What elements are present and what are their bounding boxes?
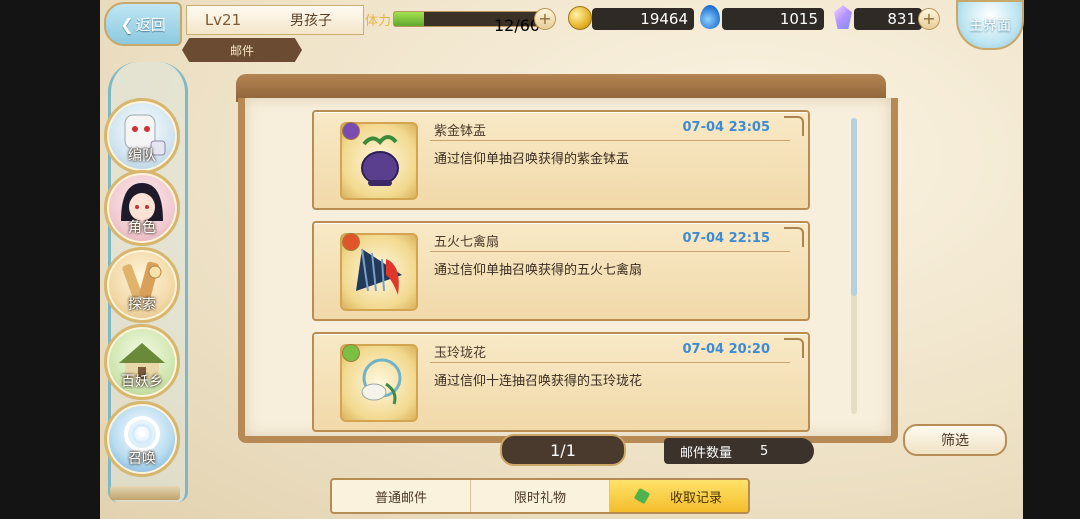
mail-item-time: 07-04 20:20 (682, 342, 770, 357)
mail-count: 邮件数量 5 (664, 438, 814, 464)
tab-normal-mail[interactable]: 普通邮件 (332, 480, 471, 512)
section-title: 邮件 (182, 38, 302, 62)
back-label: 返回 (135, 15, 166, 34)
tab-normal-mail-label: 普通邮件 (374, 490, 427, 506)
mail-item[interactable]: 五火七禽扇 07-04 22:15 通过信仰单抽召唤获得的五火七禽扇 (312, 221, 810, 321)
mail-item-desc: 通过信仰十连抽召唤获得的玉玲珑花 (434, 374, 643, 389)
gem-amount: 1015 (722, 8, 824, 30)
back-button[interactable]: ❮ 返回 (104, 2, 182, 46)
mail-item-divider (430, 362, 790, 363)
mail-count-value: 5 (760, 443, 769, 459)
mail-item[interactable]: 玉玲珑花 07-04 20:20 通过信仰十连抽召唤获得的玉玲珑花 (312, 332, 810, 432)
mail-item-rarity-badge (342, 233, 360, 251)
nav-character-label: 角色 (128, 220, 156, 236)
mail-item-divider (430, 140, 790, 141)
blue-gem-icon (700, 5, 720, 29)
mail-scrollbar-thumb[interactable] (851, 118, 857, 296)
stamina-fill (394, 12, 424, 26)
tab-limited-gifts-label: 限时礼物 (513, 490, 566, 506)
add-crystal-button[interactable]: + (918, 8, 940, 30)
mail-tabs: 普通邮件 限时礼物 收取记录 (330, 478, 750, 514)
tab-receive-history-label: 收取记录 (669, 490, 722, 506)
right-letterbox (1023, 0, 1080, 519)
nav-rail-base (110, 486, 180, 500)
nav-village[interactable]: 百妖乡 (104, 324, 180, 400)
mail-item-divider (430, 251, 790, 252)
mail-item-time: 07-04 22:15 (682, 231, 770, 246)
main-screen-button[interactable]: 主界面 (956, 0, 1024, 50)
mail-item-title: 紫金钵盂 (434, 124, 487, 139)
nav-character[interactable]: 角色 (104, 170, 180, 246)
mail-item-title: 玉玲珑花 (434, 346, 487, 361)
tab-receive-history[interactable]: 收取记录 (610, 480, 748, 512)
mail-item-desc: 通过信仰单抽召唤获得的紫金钵盂 (434, 152, 630, 167)
back-arrow-icon: ❮ (120, 14, 134, 34)
mail-item-corner-ornament (784, 116, 804, 136)
gold-coin-icon (568, 6, 592, 30)
mail-item-rarity-badge (342, 344, 360, 362)
player-level: Lv21 (204, 11, 242, 29)
player-name: 男孩子 (290, 13, 332, 29)
mail-item-corner-ornament (784, 227, 804, 247)
nav-explore-label: 探索 (128, 297, 156, 313)
nav-explore[interactable]: 探索 (104, 247, 180, 323)
nav-summon[interactable]: 召唤 (104, 401, 180, 477)
nav-team-label: 编队 (128, 148, 156, 164)
mail-item-desc: 通过信仰单抽召唤获得的五火七禽扇 (434, 263, 643, 278)
filter-button[interactable]: 筛选 (903, 424, 1007, 456)
mail-item[interactable]: 紫金钵盂 07-04 23:05 通过信仰单抽召唤获得的紫金钵盂 (312, 110, 810, 210)
mail-item-corner-ornament (784, 338, 804, 358)
gold-amount: 19464 (592, 8, 694, 30)
nav-village-label: 百妖乡 (121, 374, 163, 390)
stamina-label: 体力 (365, 13, 392, 29)
nav-team[interactable]: 编队 (104, 98, 180, 174)
tab-selected-icon (633, 487, 651, 505)
nav-summon-label: 召唤 (128, 451, 156, 467)
mail-count-label: 邮件数量 (680, 445, 733, 461)
mail-item-time: 07-04 23:05 (682, 120, 770, 135)
mail-item-rarity-badge (342, 122, 360, 140)
crystal-amount: 831 (854, 8, 922, 30)
player-info: Lv21 男孩子 (186, 5, 364, 35)
mail-item-title: 五火七禽扇 (434, 235, 500, 250)
add-stamina-button[interactable]: + (534, 8, 556, 30)
tab-limited-gifts[interactable]: 限时礼物 (471, 480, 610, 512)
left-letterbox (0, 0, 100, 519)
page-indicator: 1/1 (500, 434, 626, 466)
main-screen-label: 主界面 (969, 18, 1011, 34)
